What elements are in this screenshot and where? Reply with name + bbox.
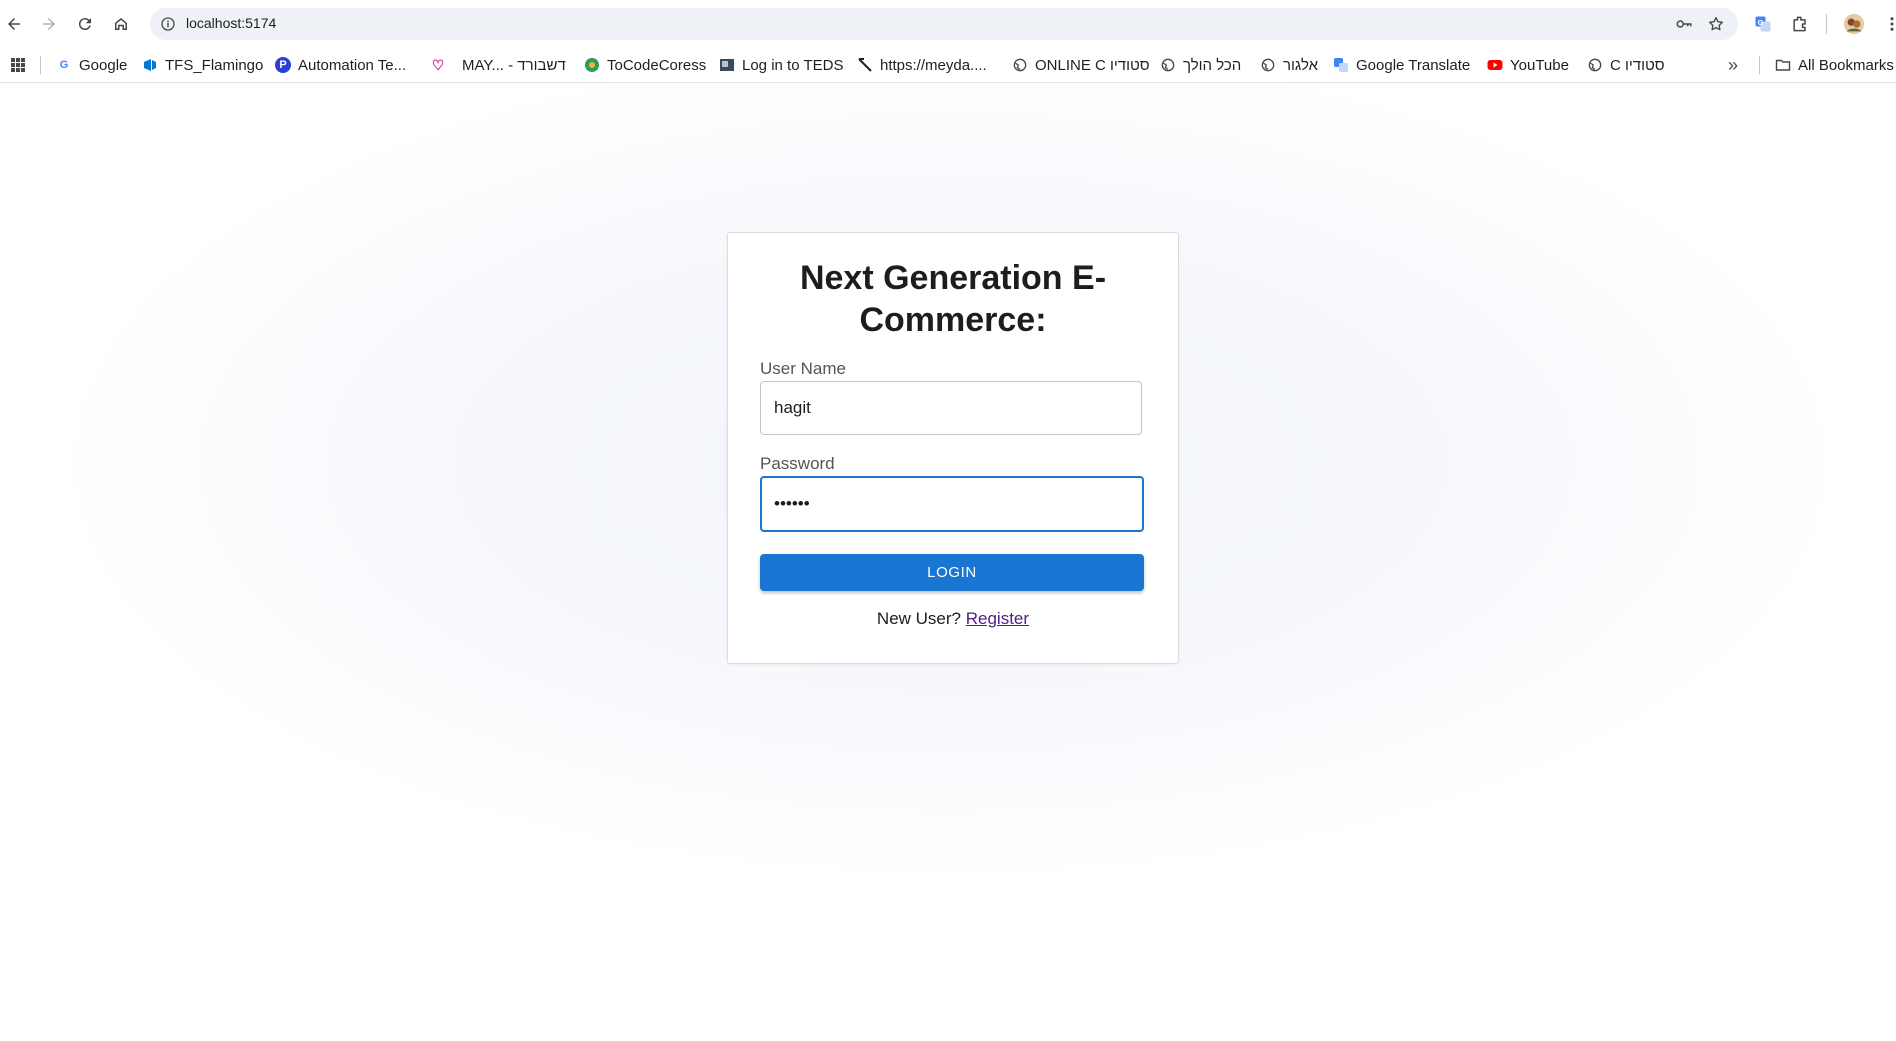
bookmark-label: TFS_Flamingo [165,56,264,74]
apps-grid-icon[interactable] [10,48,26,82]
url-text[interactable]: localhost:5174 [186,15,276,31]
browser-toolbar: localhost:5174 G [0,0,1896,48]
bookmark-tocode[interactable]: ToCodeCoress [584,48,706,82]
all-bookmarks-button[interactable]: All Bookmarks [1775,48,1894,82]
youtube-icon [1487,57,1503,73]
chrome-menu-icon[interactable] [1880,12,1896,36]
bookmark-hakol-holech[interactable]: הכל הולך [1160,48,1241,82]
bookmark-label: Log in to TEDS [742,56,844,74]
globe-icon [1160,57,1176,73]
bookmark-label: C סטודיו [1610,56,1665,74]
bookmarks-overflow-button[interactable]: » [1728,48,1738,82]
bookmark-algor[interactable]: אלגור [1260,48,1318,82]
bookmark-youtube[interactable]: YouTube [1487,48,1569,82]
folder-icon [1775,57,1791,73]
new-user-text: New User? [876,609,962,628]
bookmark-online-c[interactable]: ONLINE C סטודיו [1012,48,1150,82]
bookmark-label: ToCodeCoress [607,56,707,74]
bookmark-label: Google [79,56,128,74]
bookmark-label: Google Translate [1356,56,1471,74]
bookmark-label: אלגור [1283,56,1319,74]
bookmark-may-dashboard[interactable]: ♡ MAY... - דשבורד [430,48,566,82]
teds-icon [719,57,735,73]
login-button[interactable]: LOGIN [760,554,1144,591]
bookmark-label: Automation Te... [298,56,407,74]
forward-icon[interactable] [37,12,61,36]
globe-icon [1260,57,1276,73]
profile-avatar[interactable] [1842,12,1866,36]
all-bookmarks-label: All Bookmarks [1798,56,1894,74]
page-background: Next Generation E-Commerce: User Name Pa… [0,83,1896,1041]
bookmark-meyda[interactable]: https://meyda.... [857,48,987,82]
bookmark-automation[interactable]: P Automation Te... [275,48,406,82]
x-slash-icon [857,57,873,73]
extensions-icon[interactable] [1788,12,1812,36]
home-icon[interactable] [109,12,133,36]
bookmark-google-translate[interactable]: Google Translate [1333,48,1470,82]
tocode-icon [584,57,600,73]
bookmark-star-icon[interactable] [1706,14,1726,34]
bookmark-label: YouTube [1510,56,1569,74]
register-prompt: New User? Register [728,609,1178,629]
bookmark-teds[interactable]: Log in to TEDS [719,48,843,82]
bookmark-label: https://meyda.... [880,56,987,74]
bookmark-label: הכל הולך [1183,56,1242,74]
azure-devops-icon [142,57,158,73]
google-icon: G [59,59,69,71]
password-field[interactable] [760,476,1144,532]
overflow-chevron-icon: » [1728,54,1739,75]
bookmarks-bar: G Google TFS_Flamingo P Automation Te...… [0,48,1896,83]
heart-icon: ♡ [431,56,445,73]
username-field[interactable] [760,381,1142,435]
back-icon[interactable] [2,12,26,36]
page-title: Next Generation E-Commerce: [799,259,1107,339]
bookmark-google[interactable]: G Google [56,48,128,82]
password-label: Password [760,454,835,473]
username-input[interactable] [761,382,1141,434]
bookmark-c-studio[interactable]: C סטודיו [1587,48,1665,82]
reload-icon[interactable] [73,12,97,36]
translate-icon[interactable]: G [1751,12,1775,36]
google-translate-icon [1333,57,1349,73]
bookmark-label: ONLINE C סטודיו [1035,56,1150,74]
globe-icon [1012,57,1028,73]
password-input[interactable] [762,478,1142,530]
bookmark-tfs-flamingo[interactable]: TFS_Flamingo [142,48,263,82]
login-card: Next Generation E-Commerce: User Name Pa… [727,232,1179,664]
register-link[interactable]: Register [966,609,1029,628]
username-label: User Name [760,359,846,378]
address-bar[interactable]: localhost:5174 [150,8,1738,40]
p-circle-icon: P [275,57,291,73]
svg-text:G: G [1758,18,1764,27]
password-key-icon[interactable] [1674,14,1694,34]
site-info-icon[interactable] [158,14,178,34]
bookmark-label: MAY... - דשבורד [462,56,566,74]
globe-icon [1587,57,1603,73]
